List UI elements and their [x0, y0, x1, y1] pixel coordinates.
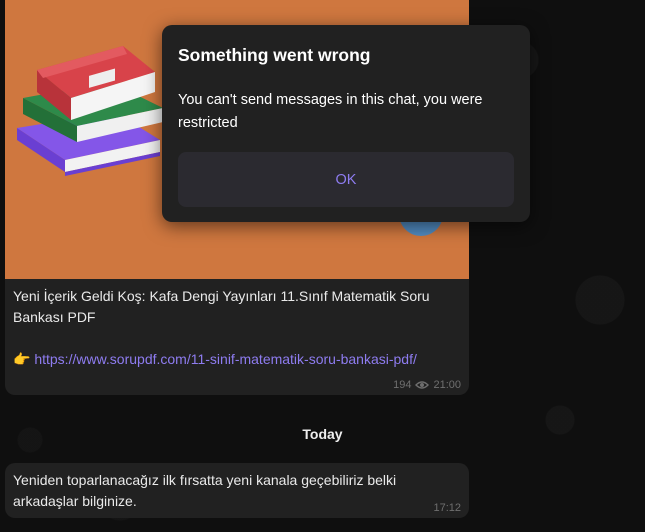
post-link[interactable]: https://www.sorupdf.com/11-sinif-matemat… [34, 351, 417, 367]
dialog-title: Something went wrong [178, 45, 371, 65]
ok-button[interactable]: OK [178, 152, 514, 207]
error-dialog: Something went wrong You can't send mess… [162, 25, 530, 222]
view-count: 194 [393, 379, 412, 391]
date-label: Today [302, 426, 343, 442]
post-title: Yeni İçerik Geldi Koş: Kafa Dengi Yayınl… [13, 288, 430, 325]
post-time: 21:00 [433, 379, 461, 391]
pointing-hand-icon: 👉 [13, 351, 31, 367]
eye-icon [415, 380, 430, 390]
post-caption: Yeni İçerik Geldi Koş: Kafa Dengi Yayınl… [13, 286, 458, 370]
dialog-message: You can't send messages in this chat, yo… [178, 92, 483, 131]
post-meta: 194 21:00 [393, 379, 461, 391]
message-bubble[interactable]: Yeniden toparlanacağız ilk fırsatta yeni… [5, 463, 469, 518]
date-separator: Today [0, 426, 645, 444]
message-time: 17:12 [433, 502, 461, 514]
message-text: Yeniden toparlanacağız ilk fırsatta yeni… [13, 472, 397, 509]
